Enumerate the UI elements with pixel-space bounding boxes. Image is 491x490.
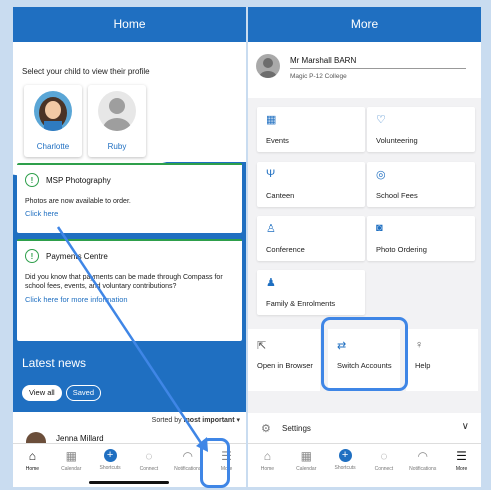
chat-icon: ◌ xyxy=(380,449,388,463)
hands-icon: ♡ xyxy=(376,114,386,126)
page-title: More xyxy=(248,7,481,42)
tile-family-enrolments[interactable]: ♟ Family & Enrolments xyxy=(257,270,365,315)
calendar-icon: ▦ xyxy=(266,114,277,126)
tab-home[interactable]: ⌂ Home xyxy=(249,449,285,487)
coins-icon: ◎ xyxy=(376,169,386,181)
tile-volunteering[interactable]: ♡ Volunteering xyxy=(367,107,475,152)
help-button[interactable]: ♀ Help xyxy=(406,329,478,391)
lightbulb-icon: ♀ xyxy=(415,339,424,351)
home-icon: ⌂ xyxy=(263,449,272,463)
avatar xyxy=(256,54,280,78)
tab-notifications[interactable]: ◠ Notifications xyxy=(405,449,441,487)
tab-calendar[interactable]: ▦ Calendar xyxy=(288,449,324,487)
tile-photo-ordering[interactable]: ◙ Photo Ordering xyxy=(367,216,475,261)
bell-icon: ◠ xyxy=(417,449,428,463)
tab-connect[interactable]: ◌ Connect xyxy=(366,449,402,487)
calendar-icon: ▦ xyxy=(300,449,312,463)
people-icon: ♟ xyxy=(266,277,276,289)
utensils-icon: Ψ xyxy=(266,168,276,180)
bottom-tab-bar: ⌂ Home ▦ Calendar + Shortcuts ◌ Connect ◠ Not… xyxy=(248,443,481,487)
gear-icon: ⚙ xyxy=(261,423,271,435)
camera-icon: ◙ xyxy=(376,222,383,234)
tab-more[interactable]: ☰ More xyxy=(444,449,480,487)
tile-school-fees[interactable]: ◎ School Fees xyxy=(367,162,475,207)
switch-accounts-highlight xyxy=(321,317,408,391)
chevron-down-icon: ∨ xyxy=(461,421,469,432)
external-link-icon: ⇱ xyxy=(257,340,267,352)
open-in-browser-button[interactable]: ⇱ Open in Browser xyxy=(248,329,320,391)
plus-icon: + xyxy=(338,449,352,462)
profile-name: Mr Marshall BARN xyxy=(290,56,357,65)
hamburger-icon: ☰ xyxy=(456,449,467,463)
tile-events[interactable]: ▦ Events xyxy=(257,107,365,152)
more-tab-highlight xyxy=(200,438,230,488)
more-screen: More Mr Marshall BARN Magic P-12 College… xyxy=(248,7,481,487)
tile-canteen[interactable]: Ψ Canteen xyxy=(257,162,365,207)
profile-header[interactable]: Mr Marshall BARN Magic P-12 College xyxy=(248,42,481,98)
tab-shortcuts[interactable]: + Shortcuts xyxy=(327,449,363,487)
person-list-icon: ♙ xyxy=(266,223,276,235)
tile-conference[interactable]: ♙ Conference xyxy=(257,216,365,261)
settings-row[interactable]: ⚙ Settings ∨ xyxy=(248,413,481,445)
profile-school: Magic P-12 College xyxy=(290,73,347,80)
